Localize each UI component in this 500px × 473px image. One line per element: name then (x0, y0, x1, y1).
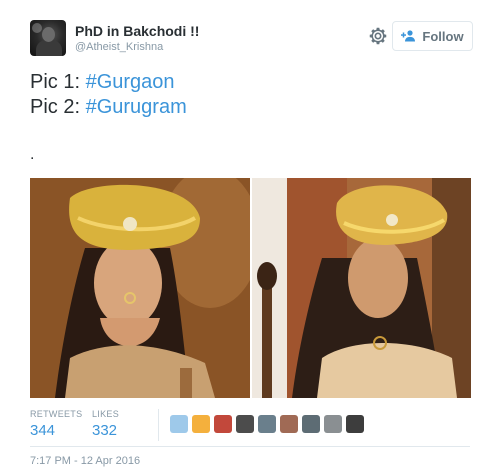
liker-avatar[interactable] (258, 415, 276, 433)
hashtag-gurgaon[interactable]: #Gurgaon (86, 71, 175, 93)
tweet-line-1: Pic 1: #Gurgaon (30, 70, 470, 95)
user-display-name[interactable]: PhD in Bakchodi !! (75, 23, 199, 39)
hashtag-gurugram[interactable]: #Gurugram (86, 96, 187, 118)
tweet-header: PhD in Bakchodi !! @Atheist_Krishna Foll… (30, 18, 475, 62)
liker-avatar[interactable] (170, 415, 188, 433)
tweet-text: Pic 1: #Gurgaon Pic 2: #Gurugram (30, 70, 470, 120)
gear-icon[interactable] (367, 25, 389, 47)
media-photo-2[interactable] (252, 178, 471, 398)
liker-avatar[interactable] (302, 415, 320, 433)
liker-avatar[interactable] (324, 415, 342, 433)
follow-label: Follow (422, 28, 464, 44)
follow-button[interactable]: Follow (392, 21, 473, 51)
retweets-label: RETWEETS (30, 409, 83, 419)
tweet-line-2-prefix: Pic 2: (30, 96, 86, 118)
liker-avatar[interactable] (192, 415, 210, 433)
tweet-timestamp[interactable]: 7:17 PM - 12 Apr 2016 (30, 455, 140, 467)
liker-avatar[interactable] (236, 415, 254, 433)
retweets-stat[interactable]: RETWEETS 344 (30, 409, 82, 439)
avatar[interactable] (30, 20, 66, 56)
liker-avatar[interactable] (346, 415, 364, 433)
tweet-extra-dot: . (30, 146, 35, 163)
tweet-line-2: Pic 2: #Gurugram (30, 95, 470, 120)
user-handle[interactable]: @Atheist_Krishna (75, 41, 163, 53)
likes-stat[interactable]: LIKES 332 (92, 409, 119, 439)
media-photo-1[interactable] (30, 178, 250, 398)
liker-avatar[interactable] (214, 415, 232, 433)
stats-divider (158, 409, 159, 441)
likes-count[interactable]: 332 (92, 422, 119, 439)
follow-user-icon (401, 30, 416, 42)
retweets-count[interactable]: 344 (30, 422, 82, 439)
likes-label: LIKES (92, 409, 120, 419)
liker-avatars (170, 415, 368, 433)
tweet-line-1-prefix: Pic 1: (30, 71, 86, 93)
footer-divider (30, 446, 470, 447)
tweet-media[interactable] (30, 178, 471, 398)
liker-avatar[interactable] (280, 415, 298, 433)
